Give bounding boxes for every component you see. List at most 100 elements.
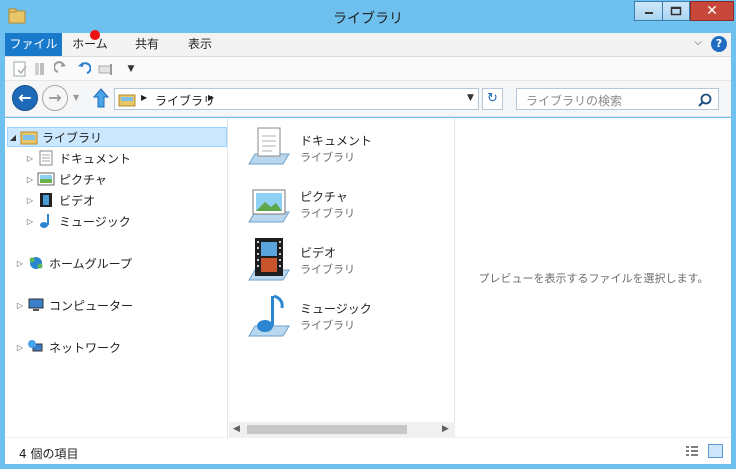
recent-locations-chevron-icon[interactable]: ▼ [73,93,79,102]
tree-item-music[interactable]: ▷ ミュージック [25,211,131,231]
breadcrumb-chevron-icon[interactable]: ▶ [141,93,147,102]
document-icon [39,150,53,166]
tree-item-libraries[interactable]: ◢ ライブラリ [7,127,227,147]
documents-library-icon [248,127,290,165]
minimize-icon [644,12,653,14]
refresh-icon: ↻ [487,91,498,106]
horizontal-scrollbar[interactable]: ◀ ▶ [229,422,455,437]
scroll-left-icon[interactable]: ◀ [233,424,240,434]
navigation-bar: ← → ▼ ▶ ライブラリ ▶ ▼ ↻ ライブラリの検索 [5,81,731,117]
file-type: ライブラリ [300,263,355,276]
homegroup-icon [29,257,43,269]
file-list[interactable]: ドキュメント ライブラリ ピクチャ ライブラリ ビデオ ライブラリ ミュージック… [229,118,455,437]
picture-icon [37,172,55,186]
help-icon[interactable]: ? [711,36,727,52]
close-icon: ✕ [706,3,718,19]
tree-item-videos[interactable]: ▷ ビデオ [25,190,95,210]
expand-ribbon-icon[interactable]: ⌵ [691,37,705,51]
music-library-icon [248,294,290,337]
preview-message: プレビューを表示するファイルを選択します。 [478,272,709,285]
rename-icon[interactable] [98,61,114,77]
file-name: ビデオ [300,246,337,260]
breadcrumb-libraries[interactable]: ライブラリ [155,92,215,109]
collapsed-chevron-icon[interactable]: ▷ [25,217,35,226]
maximize-button[interactable] [662,1,690,21]
refresh-button[interactable]: ↻ [482,88,503,110]
list-item-music[interactable]: ミュージック ライブラリ [245,292,445,342]
file-name: ピクチャ [300,190,348,204]
content-area: ◢ ライブラリ ▷ ドキュメント ▷ ピクチャ ▷ ビデオ ▷ ミュージック ▷… [5,118,731,437]
status-bar: 4 個の項目 [5,437,731,464]
customize-toolbar-chevron-icon[interactable]: ▼ [123,61,139,77]
file-name: ドキュメント [300,134,373,148]
tree-item-documents[interactable]: ▷ ドキュメント [25,148,131,168]
music-note-icon [40,214,49,228]
address-bar[interactable]: ▶ ライブラリ ▶ ▼ [114,88,479,110]
tree-item-pictures[interactable]: ▷ ピクチャ [25,169,107,189]
tab-share[interactable]: 共有 [123,33,171,56]
tree-label: ミュージック [59,214,131,229]
list-item-videos[interactable]: ビデオ ライブラリ [245,236,445,286]
quick-access-toolbar: ▼ [5,57,731,81]
film-icon [40,193,52,207]
file-name: ミュージック [300,302,372,316]
file-type: ライブラリ [300,207,355,220]
file-type: ライブラリ [300,319,355,332]
search-input[interactable]: ライブラリの検索 [516,88,719,110]
properties-icon[interactable] [12,61,28,77]
breadcrumb-chevron-icon[interactable]: ▶ [208,93,214,102]
window-title: ライブラリ [333,11,403,27]
tree-label: ビデオ [59,193,96,208]
tab-view[interactable]: 表示 [177,33,223,56]
close-button[interactable]: ✕ [690,1,734,21]
tree-item-computer[interactable]: ▷ コンピューター [15,295,133,315]
tree-label: コンピューター [49,298,134,313]
preview-pane: プレビューを表示するファイルを選択します。 [456,118,731,437]
address-dropdown-icon[interactable]: ▼ [467,93,474,103]
large-icons-view-icon[interactable] [708,444,723,458]
tree-item-homegroup[interactable]: ▷ ホームグループ [15,253,132,273]
search-placeholder: ライブラリの検索 [526,94,623,108]
collapsed-chevron-icon[interactable]: ▷ [25,154,35,163]
forward-button[interactable]: → [42,85,68,111]
pictures-library-icon [248,189,290,223]
explorer-window: ライブラリ ✕ ファイル ホーム 共有 表示 ⌵ ? ▼ ← → ▼ ▶ ライブ… [0,0,736,469]
tree-item-network[interactable]: ▷ ネットワーク [15,337,121,357]
computer-icon [28,298,44,311]
tree-label: ネットワーク [49,340,122,355]
list-item-documents[interactable]: ドキュメント ライブラリ [245,124,445,174]
details-view-icon[interactable] [685,445,699,458]
libraries-folder-icon [118,94,136,107]
ribbon-tab-bar: ファイル ホーム 共有 表示 ⌵ ? [5,33,731,57]
minimize-button[interactable] [634,1,662,21]
copy-icon[interactable] [33,61,49,77]
libraries-icon [20,131,38,145]
file-type: ライブラリ [300,151,355,164]
tab-file[interactable]: ファイル [5,33,62,56]
search-icon[interactable] [697,92,713,108]
up-arrow-icon[interactable] [93,88,109,108]
collapsed-chevron-icon[interactable]: ▷ [15,343,25,352]
title-bar[interactable]: ライブラリ ✕ [0,0,736,33]
tree-label: ピクチャ [59,172,107,187]
back-button[interactable]: ← [12,85,38,111]
list-item-pictures[interactable]: ピクチャ ライブラリ [245,180,445,230]
undo-icon[interactable] [75,61,91,77]
expanded-chevron-icon[interactable]: ◢ [8,133,18,142]
videos-library-icon [248,238,290,281]
scrollbar-thumb[interactable] [247,425,407,434]
tree-label: ドキュメント [59,151,132,166]
collapsed-chevron-icon[interactable]: ▷ [15,301,25,310]
cursor-marker [90,30,100,40]
redo-icon[interactable] [54,61,70,77]
tree-label: ホームグループ [49,256,132,271]
collapsed-chevron-icon[interactable]: ▷ [25,196,35,205]
navigation-pane[interactable]: ◢ ライブラリ ▷ ドキュメント ▷ ピクチャ ▷ ビデオ ▷ ミュージック ▷… [5,118,228,437]
scroll-right-icon[interactable]: ▶ [442,424,449,434]
network-icon [28,340,43,352]
collapsed-chevron-icon[interactable]: ▷ [15,259,25,268]
item-count: 4 個の項目 [19,447,79,461]
arrow-left-icon: ← [18,88,32,107]
collapsed-chevron-icon[interactable]: ▷ [25,175,35,184]
arrow-right-icon: → [48,88,62,107]
